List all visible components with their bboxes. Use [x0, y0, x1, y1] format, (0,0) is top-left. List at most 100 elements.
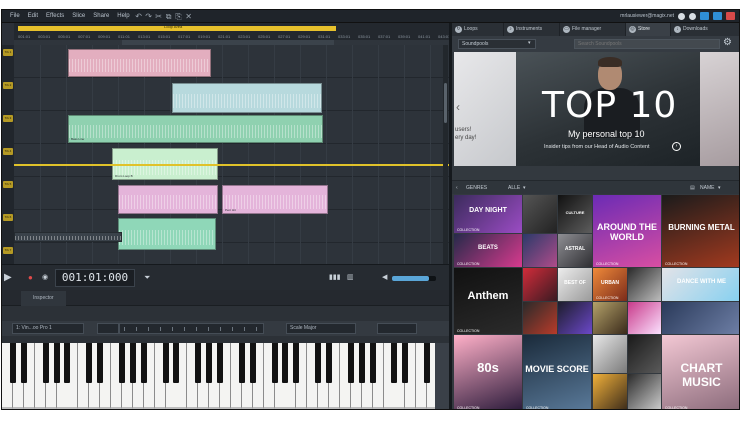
minimize-button[interactable] [700, 12, 709, 20]
track-header[interactable]: Trk 3 [3, 115, 13, 122]
audio-clip[interactable]: Bass Line [68, 115, 323, 143]
piano-black-key[interactable] [129, 343, 136, 383]
tab-downloads[interactable]: ↓ Downloads [671, 23, 739, 36]
soundpool-tile[interactable] [628, 302, 661, 334]
sort-select[interactable]: NAME [700, 181, 714, 195]
soundpool-tile[interactable] [523, 268, 557, 301]
piano-black-key[interactable] [64, 343, 71, 383]
audio-clip[interactable] [172, 83, 322, 113]
piano-black-key[interactable] [358, 343, 365, 383]
inspector-tab[interactable]: Inspector [21, 291, 66, 306]
soundpool-tile[interactable] [628, 335, 661, 373]
piano-black-key[interactable] [249, 343, 256, 383]
piano-black-key[interactable] [9, 343, 16, 383]
piano-black-key[interactable] [315, 343, 322, 383]
soundpool-select[interactable]: Soundpools [458, 39, 536, 49]
piano-black-key[interactable] [173, 343, 180, 383]
piano-black-key[interactable] [402, 343, 409, 383]
instrument-select[interactable]: 1: Vin...oo Pro 1 [12, 323, 84, 334]
curve-button[interactable] [97, 323, 119, 334]
close-button[interactable] [726, 12, 735, 20]
soundpool-tile[interactable] [523, 302, 557, 334]
sort-icon[interactable]: ▤ [690, 181, 695, 195]
track-header[interactable]: Trk 1 [3, 49, 13, 56]
loop-toggle-icon[interactable]: ◉ [42, 272, 48, 284]
cut-icon[interactable]: ✂ [154, 10, 164, 23]
timeline-ruler[interactable]: Loop Area 001:01 003:01 005:01 007:01 009:01… [14, 23, 450, 45]
time-display[interactable]: 001:01:000 [55, 269, 135, 287]
piano-black-key[interactable] [42, 343, 49, 383]
menu-slice[interactable]: Slice [68, 10, 89, 23]
maximize-button[interactable] [713, 12, 722, 20]
piano-black-key[interactable] [424, 343, 431, 383]
piano-black-key[interactable] [391, 343, 398, 383]
piano-black-key[interactable] [195, 343, 202, 383]
soundpool-tile[interactable]: DAY NIGHT COLLECTION [454, 195, 522, 233]
piano-black-key[interactable] [118, 343, 125, 383]
copy-icon[interactable]: ⧉ [164, 10, 174, 23]
piano-black-key[interactable] [347, 343, 354, 383]
audio-clip[interactable]: Perc Hit [222, 185, 328, 214]
user-icon[interactable] [678, 12, 685, 20]
track-header[interactable]: Trk 6 [3, 214, 13, 221]
chevron-left-icon[interactable]: ‹ [456, 181, 458, 195]
track-header[interactable]: Trk 2 [3, 82, 13, 89]
soundpool-tile[interactable] [593, 335, 627, 373]
piano-black-key[interactable] [97, 343, 104, 383]
audio-clip[interactable] [68, 49, 211, 77]
menu-share[interactable]: Share [89, 10, 113, 23]
piano-keyboard[interactable] [2, 343, 435, 409]
piano-black-key[interactable] [20, 343, 27, 383]
soundpool-tile[interactable]: AROUND THE WORLD COLLECTION [593, 195, 661, 267]
soundpool-tile[interactable]: MOVIE SCORE COLLECTION [523, 335, 591, 409]
help-icon[interactable] [689, 12, 696, 20]
soundpool-tile[interactable] [523, 195, 557, 233]
soundpool-tile[interactable]: ASTRAL [558, 234, 592, 267]
master-volume-slider[interactable] [392, 276, 436, 281]
piano-black-key[interactable] [271, 343, 278, 383]
scale-select[interactable]: Scale Major [286, 323, 356, 334]
soundpool-tile[interactable] [628, 374, 661, 409]
account-email[interactable]: mrlausiewer@magix.net [620, 13, 674, 19]
track-lane[interactable] [14, 144, 449, 177]
all-filter[interactable]: ALLE [508, 181, 520, 195]
menu-effects[interactable]: Effects [42, 10, 68, 23]
mixer-icon[interactable]: ▮▮▮ [329, 272, 341, 284]
piano-black-key[interactable] [162, 343, 169, 383]
soundpool-tile[interactable]: CHART MUSIC COLLECTION [662, 335, 739, 409]
paste-icon[interactable]: ⎘ [174, 10, 184, 23]
soundpool-tile[interactable]: BURNING METAL COLLECTION [662, 195, 739, 267]
soundpool-tile[interactable]: Anthem COLLECTION [454, 268, 522, 334]
audio-clip[interactable] [14, 232, 122, 242]
chevron-left-icon[interactable]: ‹ [456, 100, 460, 114]
soundpool-tile[interactable] [558, 302, 592, 334]
piano-black-key[interactable] [238, 343, 245, 383]
search-input[interactable] [574, 39, 720, 49]
piano-black-key[interactable] [206, 343, 213, 383]
tab-store[interactable]: ◎ Store [626, 23, 671, 36]
vertical-scrollbar[interactable] [443, 45, 448, 270]
audio-clip[interactable] [118, 218, 216, 250]
velocity-slider[interactable] [377, 323, 417, 334]
soundpool-tile[interactable] [662, 302, 739, 334]
genres-filter[interactable]: GENRES [466, 181, 487, 195]
promo-banner[interactable]: ‹ users! ery day! TOP 10 My personal top… [454, 52, 739, 166]
piano-black-key[interactable] [369, 343, 376, 383]
piano-black-key[interactable] [293, 343, 300, 383]
piano-black-key[interactable] [326, 343, 332, 383]
soundpool-tile[interactable] [523, 234, 557, 267]
piano-black-key[interactable] [53, 343, 60, 383]
soundpool-tile[interactable]: DANCE WITH ME [662, 268, 739, 301]
soundpool-tile[interactable]: URBAN COLLECTION [593, 268, 627, 301]
soundpool-tile[interactable] [593, 374, 627, 409]
soundpool-tile[interactable]: BEST OF [558, 268, 592, 301]
soundpool-tile[interactable]: 80s COLLECTION [454, 335, 522, 409]
track-header[interactable]: Trk 4 [3, 148, 13, 155]
soundpool-tile[interactable]: BEATS COLLECTION [454, 234, 522, 267]
menu-edit[interactable]: Edit [24, 10, 42, 23]
piano-black-key[interactable] [86, 343, 93, 383]
play-icon[interactable]: ▶ [4, 272, 12, 284]
delete-icon[interactable]: ✕ [184, 10, 194, 23]
piano-roll-icon[interactable]: ▥ [347, 272, 354, 284]
record-icon[interactable]: ● [28, 272, 33, 284]
